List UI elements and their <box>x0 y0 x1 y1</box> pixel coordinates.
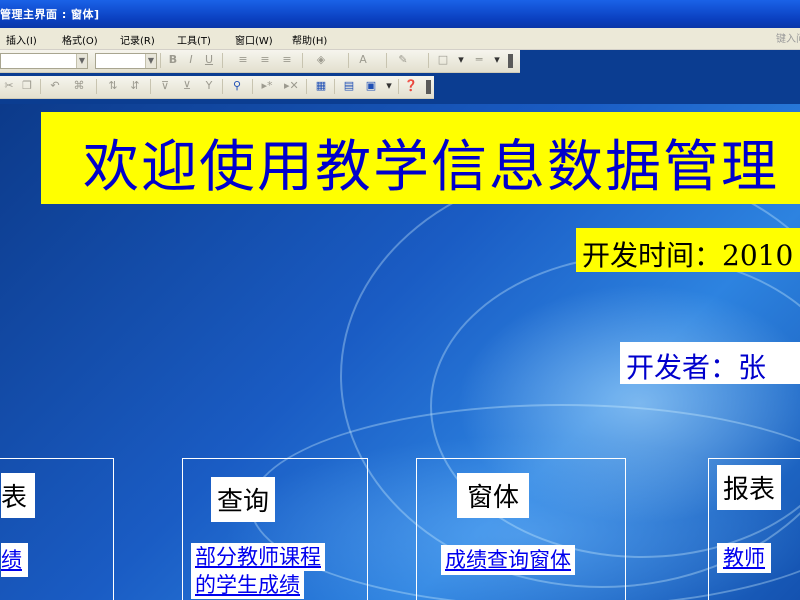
properties-icon[interactable]: ▦ <box>314 79 328 93</box>
chevron-down-icon[interactable]: ▾ <box>454 53 468 67</box>
window-title: 管理主界面 : 窗体] <box>0 8 100 21</box>
form-view-toolbar: ✂ ❐ ↶ ⌘ ⇅ ⇵ ⊽ ⊻ Y ⚲ ▸* ▸✕ ▦ ▤ ▣ ▾ ❓ <box>0 76 434 99</box>
database-window-icon[interactable]: ▤ <box>342 79 356 93</box>
menu-bar: 插入(I) 格式(O) 记录(R) 工具(T) 窗口(W) 帮助(H) 键入问 <box>0 28 800 50</box>
welcome-title: 欢迎使用教学信息数据管理 <box>83 135 779 200</box>
align-left-icon[interactable]: ≡ <box>236 53 250 67</box>
undo-icon[interactable]: ↶ <box>48 79 62 93</box>
line-color-icon[interactable]: ✎ <box>396 53 410 67</box>
menu-help[interactable]: 帮助(H) <box>292 32 327 47</box>
forms-link[interactable]: 成绩查询窗体 <box>441 545 575 575</box>
sort-desc-icon[interactable]: ⇵ <box>128 79 142 93</box>
filter-selection-icon[interactable]: ⊽ <box>158 79 172 93</box>
forms-panel: 窗体 成绩查询窗体 <box>416 458 626 600</box>
welcome-banner: 欢迎使用教学信息数据管理 <box>41 112 800 204</box>
toolbar-separator <box>302 53 303 68</box>
toolbar-separator <box>252 79 253 94</box>
reports-panel: 报表 教师 <box>708 458 800 600</box>
new-record-icon[interactable]: ▸* <box>260 79 274 93</box>
toolbar-separator <box>40 79 41 94</box>
fill-color-icon[interactable]: ◈ <box>314 53 328 67</box>
font-color-icon[interactable]: A <box>356 53 370 67</box>
menu-format[interactable]: 格式(O) <box>62 32 98 47</box>
development-time-label: 开发时间：2010 <box>576 228 800 272</box>
sort-asc-icon[interactable]: ⇅ <box>106 79 120 93</box>
menu-window[interactable]: 窗口(W) <box>235 32 273 47</box>
chevron-down-icon[interactable]: ▾ <box>490 53 504 67</box>
align-right-icon[interactable]: ≡ <box>280 53 294 67</box>
toolbar-separator <box>386 53 387 68</box>
developer-text: 开发者：张 <box>626 351 767 384</box>
toolbar-separator <box>222 79 223 94</box>
toolbar-separator <box>96 79 97 94</box>
menu-insert[interactable]: 插入(I) <box>6 32 37 47</box>
toolbar-separator <box>306 79 307 94</box>
toolbar-separator <box>348 53 349 68</box>
tables-panel: 表 绩 <box>0 458 114 600</box>
toolbar-separator <box>398 79 399 94</box>
formatting-toolbar: ▼ ▼ B I U ≡ ≡ ≡ ◈ A ✎ □ ▾ ═ ▾ <box>0 50 520 73</box>
query-link-line1[interactable]: 部分教师课程 <box>191 543 325 571</box>
reports-caption: 报表 <box>717 465 782 510</box>
bold-icon[interactable]: B <box>166 53 180 67</box>
toolbar-separator <box>160 53 161 68</box>
chevron-down-icon[interactable]: ▾ <box>382 79 396 93</box>
toolbar-separator <box>334 79 335 94</box>
chevron-down-icon[interactable]: ▼ <box>76 54 87 68</box>
align-center-icon[interactable]: ≡ <box>258 53 272 67</box>
border-icon[interactable]: □ <box>436 53 450 67</box>
toolbar-overflow-icon[interactable] <box>426 80 431 94</box>
object-combo[interactable]: ▼ <box>0 53 88 69</box>
italic-icon[interactable]: I <box>184 53 198 67</box>
line-width-icon[interactable]: ═ <box>472 53 486 67</box>
help-question-input[interactable]: 键入问 <box>776 30 800 46</box>
hyperlink-icon[interactable]: ⌘ <box>72 79 86 93</box>
new-object-icon[interactable]: ▣ <box>364 79 378 93</box>
reports-link[interactable]: 教师 <box>717 543 771 573</box>
toolbar-separator <box>428 53 429 68</box>
copy-icon[interactable]: ❐ <box>20 79 34 93</box>
query-caption: 查询 <box>211 477 276 522</box>
filter-form-icon[interactable]: ⊻ <box>180 79 194 93</box>
main-form-area: 欢迎使用教学信息数据管理 开发时间：2010 开发者：张 表 绩 查询 部分教师… <box>0 104 800 600</box>
help-icon[interactable]: ❓ <box>404 79 418 93</box>
toolbar-separator <box>222 53 223 68</box>
developer-label: 开发者：张 <box>620 342 800 384</box>
tables-link[interactable]: 绩 <box>1 543 28 577</box>
menu-records[interactable]: 记录(R) <box>120 32 155 47</box>
font-size-combo[interactable]: ▼ <box>95 53 157 69</box>
query-link-line2[interactable]: 的学生成绩 <box>191 571 304 599</box>
tables-caption: 表 <box>1 473 36 518</box>
query-panel: 查询 部分教师课程 的学生成绩 <box>182 458 368 600</box>
delete-record-icon[interactable]: ▸✕ <box>284 79 299 93</box>
cut-icon[interactable]: ✂ <box>2 79 16 93</box>
underline-icon[interactable]: U <box>202 53 216 67</box>
forms-caption: 窗体 <box>457 473 530 518</box>
toolbar-overflow-icon[interactable] <box>508 54 513 68</box>
development-time-text: 开发时间：2010 <box>582 239 794 272</box>
chevron-down-icon[interactable]: ▼ <box>145 54 156 68</box>
filter-icon[interactable]: Y <box>202 79 216 93</box>
menu-tools[interactable]: 工具(T) <box>177 32 211 47</box>
title-bar: 管理主界面 : 窗体] <box>0 0 800 28</box>
find-icon[interactable]: ⚲ <box>230 79 244 93</box>
toolbar-separator <box>150 79 151 94</box>
